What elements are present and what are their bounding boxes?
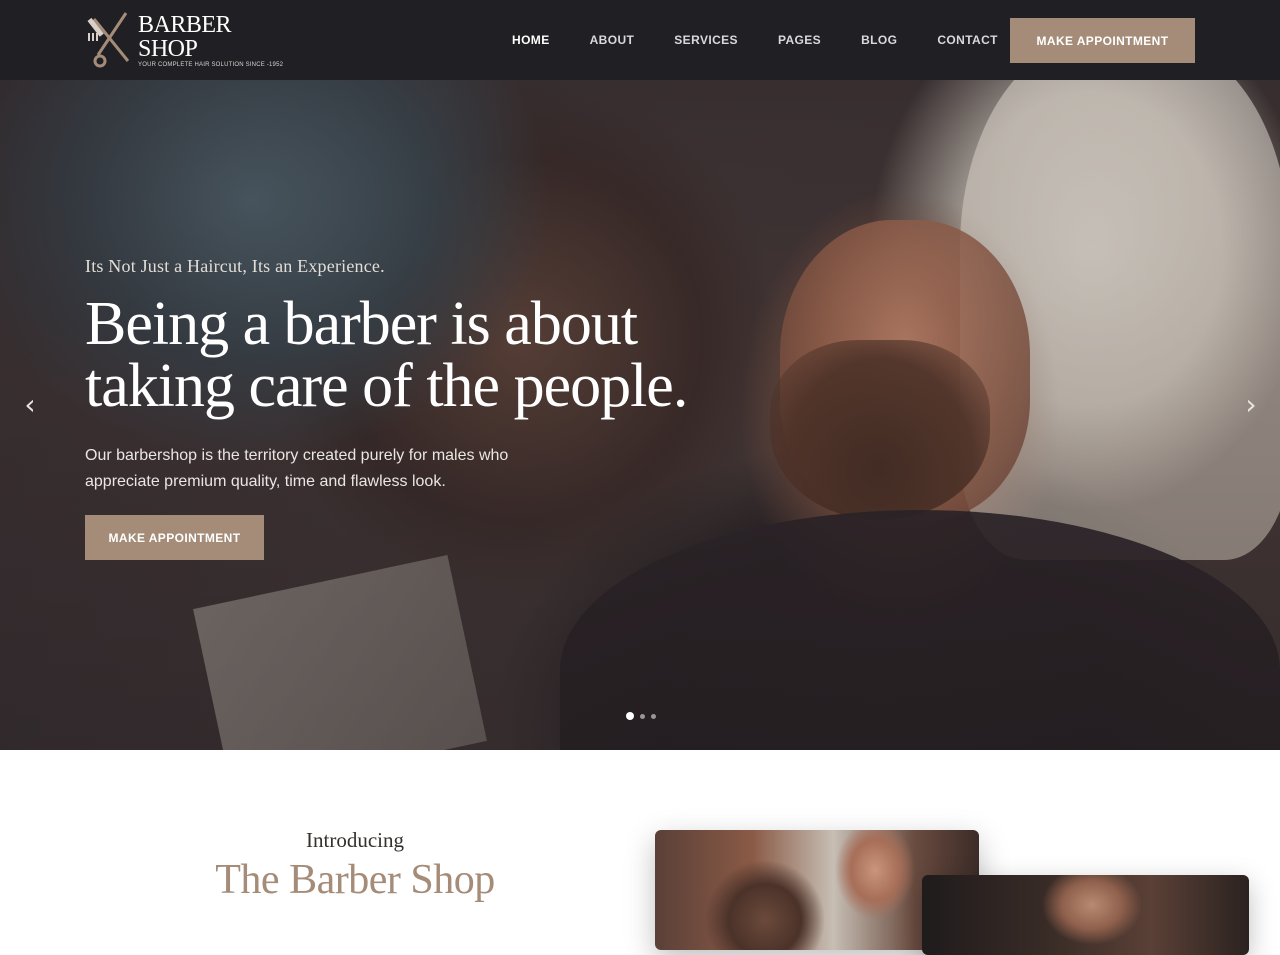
slider-pagination xyxy=(626,712,656,720)
chevron-left-icon[interactable]: ‹ xyxy=(18,391,42,419)
hero-content: Its Not Just a Haircut, Its an Experienc… xyxy=(85,256,725,560)
logo-title: BARBER SHOP xyxy=(138,11,232,62)
site-header: BARBER SHOP YOUR COMPLETE HAIR SOLUTION … xyxy=(0,0,1280,80)
intro-section: Introducing The Barber Shop xyxy=(0,750,1280,955)
slider-dot-2[interactable] xyxy=(640,713,645,719)
nav-contact[interactable]: CONTACT xyxy=(917,33,1018,47)
hero-tagline: Its Not Just a Haircut, Its an Experienc… xyxy=(85,256,385,276)
intro-image-client xyxy=(922,875,1249,955)
hero-headline-line2: taking care of the people. xyxy=(85,352,688,420)
make-appointment-hero-button[interactable]: MAKE APPOINTMENT xyxy=(85,515,264,560)
hero-slider: Its Not Just a Haircut, Its an Experienc… xyxy=(0,80,1280,750)
slider-dot-1[interactable] xyxy=(626,712,634,720)
hero-image-client-beard xyxy=(770,340,990,520)
intro-subtitle: Introducing xyxy=(306,828,404,852)
nav-services[interactable]: SERVICES xyxy=(654,33,758,47)
make-appointment-header-button[interactable]: MAKE APPOINTMENT xyxy=(1010,18,1195,63)
nav-blog[interactable]: BLOG xyxy=(841,33,917,47)
intro-title: The Barber Shop xyxy=(215,857,495,903)
nav-about[interactable]: ABOUT xyxy=(570,33,655,47)
scissors-comb-logo-icon xyxy=(87,12,130,68)
logo[interactable]: BARBER SHOP YOUR COMPLETE HAIR SOLUTION … xyxy=(84,10,294,70)
chevron-right-icon[interactable]: › xyxy=(1239,391,1263,419)
main-nav: HOME ABOUT SERVICES PAGES BLOG CONTACT xyxy=(492,0,1018,80)
nav-home[interactable]: HOME xyxy=(492,33,570,47)
logo-subtitle: YOUR COMPLETE HAIR SOLUTION SINCE -1952 xyxy=(138,61,284,68)
hero-headline-line1: Being a barber is about xyxy=(85,290,638,358)
hero-image-newspaper xyxy=(193,555,487,750)
slider-dot-3[interactable] xyxy=(651,713,656,719)
hero-description: Our barbershop is the territory created … xyxy=(85,447,509,490)
logo-text: BARBER SHOP YOUR COMPLETE HAIR SOLUTION … xyxy=(138,13,294,68)
hero-headline: Being a barber is about taking care of t… xyxy=(85,293,725,417)
nav-pages[interactable]: PAGES xyxy=(758,33,841,47)
